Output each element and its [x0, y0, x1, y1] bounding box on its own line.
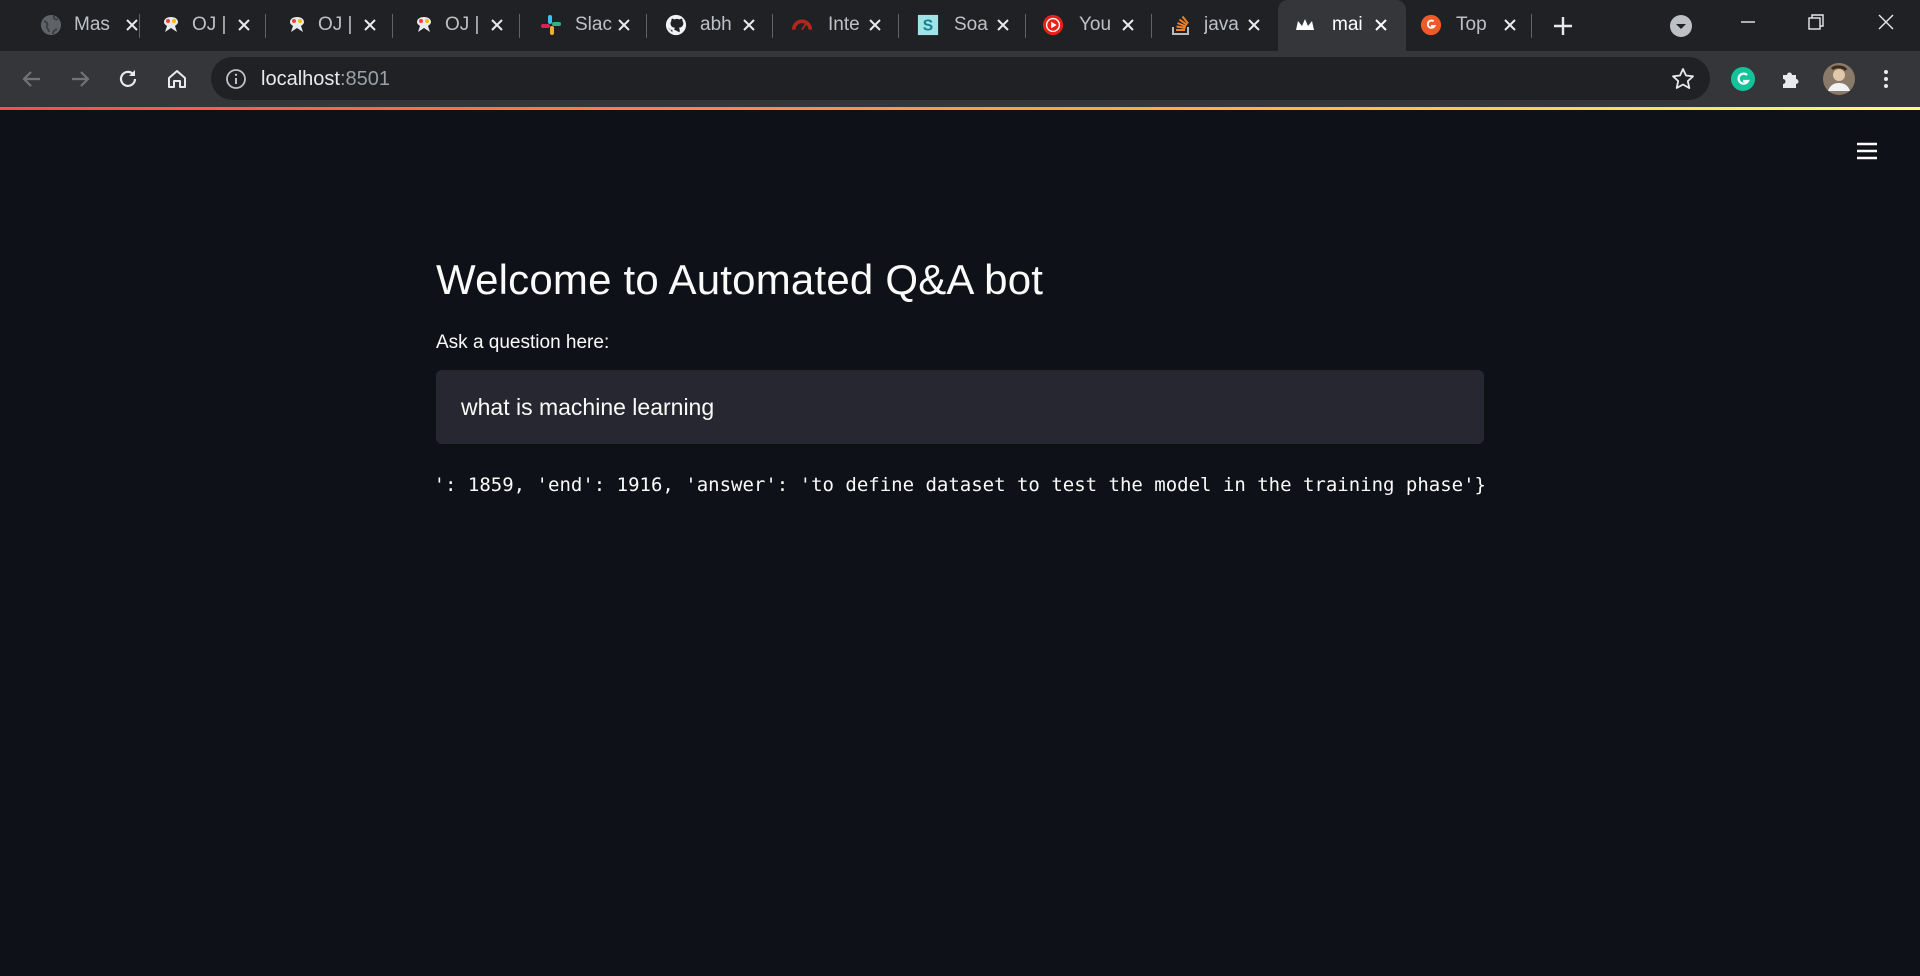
- url-port: :8501: [339, 68, 390, 90]
- tab-title: Slac: [575, 14, 612, 35]
- tab-title: Top: [1456, 14, 1487, 35]
- browser-tab[interactable]: OJ |: [266, 0, 393, 51]
- close-tab-icon[interactable]: [358, 13, 382, 37]
- close-tab-icon[interactable]: [1369, 13, 1393, 37]
- answer-output-text: {'score': 0.4, 'start': 1859, 'end': 191…: [436, 474, 1486, 496]
- close-tab-icon[interactable]: [485, 13, 509, 37]
- url-host: localhost: [261, 68, 340, 90]
- browser-tab[interactable]: OJ |: [140, 0, 266, 51]
- minimize-icon[interactable]: [1724, 4, 1772, 40]
- bookmark-star-icon[interactable]: [1670, 66, 1696, 92]
- browser-tab[interactable]: Top: [1406, 0, 1532, 51]
- slack-icon: [540, 14, 562, 36]
- browser-tab[interactable]: Slac: [520, 0, 647, 51]
- browser-tab[interactable]: Inte: [773, 0, 899, 51]
- url-text[interactable]: localhost:8501: [261, 67, 390, 91]
- close-window-icon[interactable]: [1862, 4, 1910, 40]
- grammarly-icon[interactable]: [1727, 63, 1759, 95]
- new-tab-plus-icon[interactable]: [1548, 12, 1578, 40]
- tab-title: OJ |: [445, 14, 480, 35]
- reload-icon[interactable]: [112, 63, 144, 95]
- close-tab-icon[interactable]: [612, 13, 636, 37]
- browser-menu-kebab-icon[interactable]: [1870, 63, 1902, 95]
- tab-title: Mas: [74, 14, 110, 35]
- tab-title: Soa: [954, 14, 988, 35]
- close-tab-icon[interactable]: [1498, 13, 1522, 37]
- browser-tab[interactable]: OJ |: [393, 0, 520, 51]
- globe-icon: [40, 14, 62, 36]
- svg-text:S: S: [923, 18, 933, 35]
- answer-output: {'score': 0.4, 'start': 1859, 'end': 191…: [436, 470, 1486, 500]
- restore-window-icon[interactable]: [1792, 4, 1840, 40]
- browser-toolbar: localhost:8501: [0, 51, 1920, 107]
- tab-title: You: [1079, 14, 1112, 35]
- question-input[interactable]: [436, 370, 1484, 444]
- browser-tab[interactable]: java: [1152, 0, 1278, 51]
- tab-title: java: [1204, 14, 1239, 35]
- streamlit-app: Welcome to Automated Q&A bot Ask a quest…: [0, 110, 1920, 976]
- close-tab-icon[interactable]: [863, 13, 887, 37]
- orange-circle-icon: [1420, 14, 1442, 36]
- streamlit-crown-icon: [1294, 14, 1316, 36]
- extensions-puzzle-icon[interactable]: [1775, 63, 1807, 95]
- tab-title: OJ |: [318, 14, 353, 35]
- forward-arrow-icon[interactable]: [64, 63, 96, 95]
- stackoverflow-icon: [1170, 14, 1192, 36]
- question-label: Ask a question here:: [436, 332, 610, 353]
- close-tab-icon[interactable]: [737, 13, 761, 37]
- oj-icon: [160, 14, 182, 36]
- oj-icon: [413, 14, 435, 36]
- s-logo-icon: S: [917, 14, 939, 36]
- github-icon: [665, 14, 687, 36]
- close-tab-icon[interactable]: [991, 13, 1015, 37]
- browser-tab[interactable]: You: [1026, 0, 1152, 51]
- profile-avatar[interactable]: [1823, 63, 1855, 95]
- tab-separator: [1531, 14, 1532, 38]
- home-icon[interactable]: [161, 63, 193, 95]
- back-arrow-icon[interactable]: [16, 63, 48, 95]
- speedometer-icon: [791, 14, 813, 36]
- close-tab-icon[interactable]: [1116, 13, 1140, 37]
- close-tab-icon[interactable]: [232, 13, 256, 37]
- tab-title: OJ |: [192, 14, 227, 35]
- browser-tab[interactable]: S Soa: [899, 0, 1026, 51]
- address-bar[interactable]: localhost:8501: [211, 57, 1710, 100]
- tab-title: abh: [700, 14, 732, 35]
- close-tab-icon[interactable]: [1242, 13, 1266, 37]
- browser-tab[interactable]: abh: [647, 0, 773, 51]
- oj-icon: [286, 14, 308, 36]
- youtube-icon: [1042, 14, 1064, 36]
- browser-tab[interactable]: Mas: [14, 0, 140, 51]
- tab-search-icon[interactable]: [1668, 13, 1694, 39]
- browser-tab-active[interactable]: mai: [1278, 0, 1406, 51]
- browser-tab-strip: Mas OJ | OJ | OJ | Slac abh Inte S Soa Y…: [0, 0, 1920, 51]
- hamburger-menu-icon[interactable]: [1852, 136, 1882, 166]
- site-info-icon[interactable]: [225, 68, 247, 90]
- tab-title: mai: [1332, 14, 1363, 35]
- page-title: Welcome to Automated Q&A bot: [436, 256, 1044, 303]
